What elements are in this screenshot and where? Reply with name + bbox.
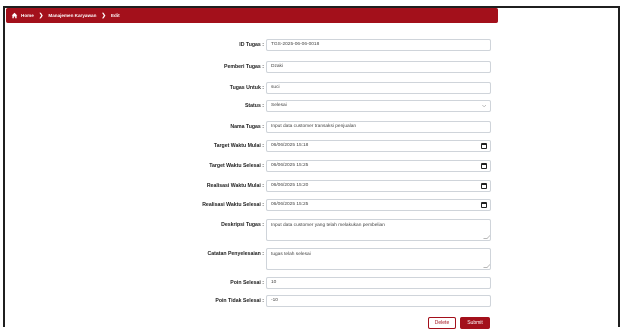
catatan-label: Catatan Penyelesaian : <box>207 251 264 257</box>
chevron-right-icon: ❯ <box>101 12 106 19</box>
chevron-right-icon: ❯ <box>38 12 44 19</box>
catatan-textarea[interactable]: tugas telah selesai <box>266 248 491 270</box>
pemberi-tugas-field[interactable]: Dzaki <box>266 61 491 73</box>
nama-tugas-value: Input data customer transaksi penjualan <box>271 124 357 129</box>
poin-selesai-value: 10 <box>271 280 277 285</box>
delete-button[interactable]: Delete <box>428 317 456 329</box>
poin-selesai-label: Poin Selesai : <box>230 280 264 286</box>
id-tugas-label: ID Tugas : <box>239 42 264 48</box>
form-row-realisasi-mulai: Realisasi Waktu Mulai : 06/06/2025 15:20 <box>0 180 624 192</box>
form-row-poin-selesai: Poin Selesai : 10 <box>0 277 624 289</box>
breadcrumb-section[interactable]: Manajemen Karyawan <box>48 13 96 18</box>
tugas-untuk-label: Tugas Untuk : <box>229 85 264 91</box>
poin-selesai-field[interactable]: 10 <box>266 277 491 289</box>
id-tugas-field[interactable]: TGS-2025-06-06-0018 <box>266 39 491 51</box>
form-row-target-mulai: Target Waktu Mulai : 06/06/2025 15:18 <box>0 140 624 152</box>
calendar-icon[interactable] <box>481 202 487 208</box>
tugas-untuk-field[interactable]: suci <box>266 82 491 94</box>
target-mulai-field[interactable]: 06/06/2025 15:18 <box>266 140 491 152</box>
poin-tidak-selesai-value: -10 <box>271 298 278 303</box>
deskripsi-textarea[interactable]: Input data customer yang telah melakukan… <box>266 219 491 241</box>
submit-button[interactable]: Submit <box>460 317 490 329</box>
realisasi-selesai-value: 06/06/2025 15:25 <box>271 202 309 207</box>
resize-handle-icon[interactable] <box>483 235 490 239</box>
nama-tugas-label: Nama Tugas : <box>230 124 264 130</box>
id-tugas-value: TGS-2025-06-06-0018 <box>271 42 320 47</box>
form-row-target-selesai: Target Waktu Selesai : 06/06/2025 15:25 <box>0 160 624 172</box>
form-row-id-tugas: ID Tugas : TGS-2025-06-06-0018 <box>0 39 624 51</box>
status-select[interactable]: Selesai ⌵ <box>266 100 491 112</box>
chevron-down-icon: ⌵ <box>482 103 486 109</box>
form-row-catatan: Catatan Penyelesaian : tugas telah seles… <box>0 248 624 270</box>
deskripsi-label: Deskripsi Tugas : <box>221 222 264 228</box>
target-selesai-label: Target Waktu Selesai : <box>209 163 264 169</box>
pemberi-tugas-value: Dzaki <box>271 64 283 69</box>
realisasi-mulai-field[interactable]: 06/06/2025 15:20 <box>266 180 491 192</box>
status-label: Status : <box>244 103 264 109</box>
breadcrumb-home[interactable]: Home <box>21 13 34 18</box>
form-row-nama-tugas: Nama Tugas : Input data customer transak… <box>0 121 624 133</box>
breadcrumb-current: Edit <box>110 13 120 18</box>
catatan-value: tugas telah selesai <box>271 252 311 257</box>
poin-tidak-selesai-label: Poin Tidak Selesai : <box>215 298 264 304</box>
status-value: Selesai <box>271 103 287 108</box>
nama-tugas-field[interactable]: Input data customer transaksi penjualan <box>266 121 491 133</box>
target-selesai-field[interactable]: 06/06/2025 15:25 <box>266 160 491 172</box>
calendar-icon[interactable] <box>481 163 487 169</box>
target-mulai-label: Target Waktu Mulai : <box>213 143 264 149</box>
pemberi-tugas-label: Pemberi Tugas : <box>224 64 264 70</box>
home-icon[interactable] <box>11 12 18 19</box>
breadcrumb: Home ❯ Manajemen Karyawan ❯ Edit <box>6 8 498 23</box>
form-row-deskripsi: Deskripsi Tugas : Input data customer ya… <box>0 219 624 241</box>
resize-handle-icon[interactable] <box>483 264 490 268</box>
form-row-tugas-untuk: Tugas Untuk : suci <box>0 82 624 94</box>
form-row-status: Status : Selesai ⌵ <box>0 100 624 112</box>
target-selesai-value: 06/06/2025 15:25 <box>271 163 309 168</box>
realisasi-mulai-value: 06/06/2025 15:20 <box>271 183 309 188</box>
form-row-poin-tidak-selesai: Poin Tidak Selesai : -10 <box>0 295 624 307</box>
target-mulai-value: 06/06/2025 15:18 <box>271 143 309 148</box>
calendar-icon[interactable] <box>481 183 487 189</box>
tugas-untuk-value: suci <box>271 85 280 90</box>
realisasi-selesai-label: Realisasi Waktu Selesai : <box>202 202 264 208</box>
poin-tidak-selesai-field[interactable]: -10 <box>266 295 491 307</box>
realisasi-selesai-field[interactable]: 06/06/2025 15:25 <box>266 199 491 211</box>
form-row-pemberi-tugas: Pemberi Tugas : Dzaki <box>0 61 624 73</box>
form-row-realisasi-selesai: Realisasi Waktu Selesai : 06/06/2025 15:… <box>0 199 624 211</box>
deskripsi-value: Input data customer yang telah melakukan… <box>271 223 385 228</box>
realisasi-mulai-label: Realisasi Waktu Mulai : <box>206 183 264 189</box>
calendar-icon[interactable] <box>481 143 487 149</box>
